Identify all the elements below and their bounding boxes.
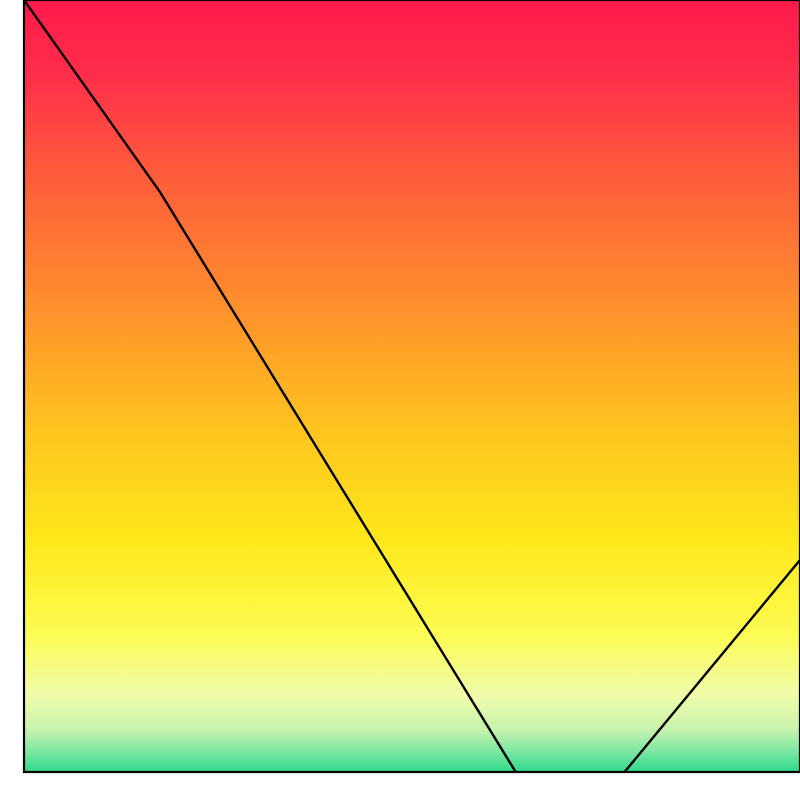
chart-svg [0, 0, 800, 800]
gradient-background [24, 0, 800, 772]
optimal-marker [546, 788, 598, 800]
bottleneck-chart: TheBottleneck.com [0, 0, 800, 800]
